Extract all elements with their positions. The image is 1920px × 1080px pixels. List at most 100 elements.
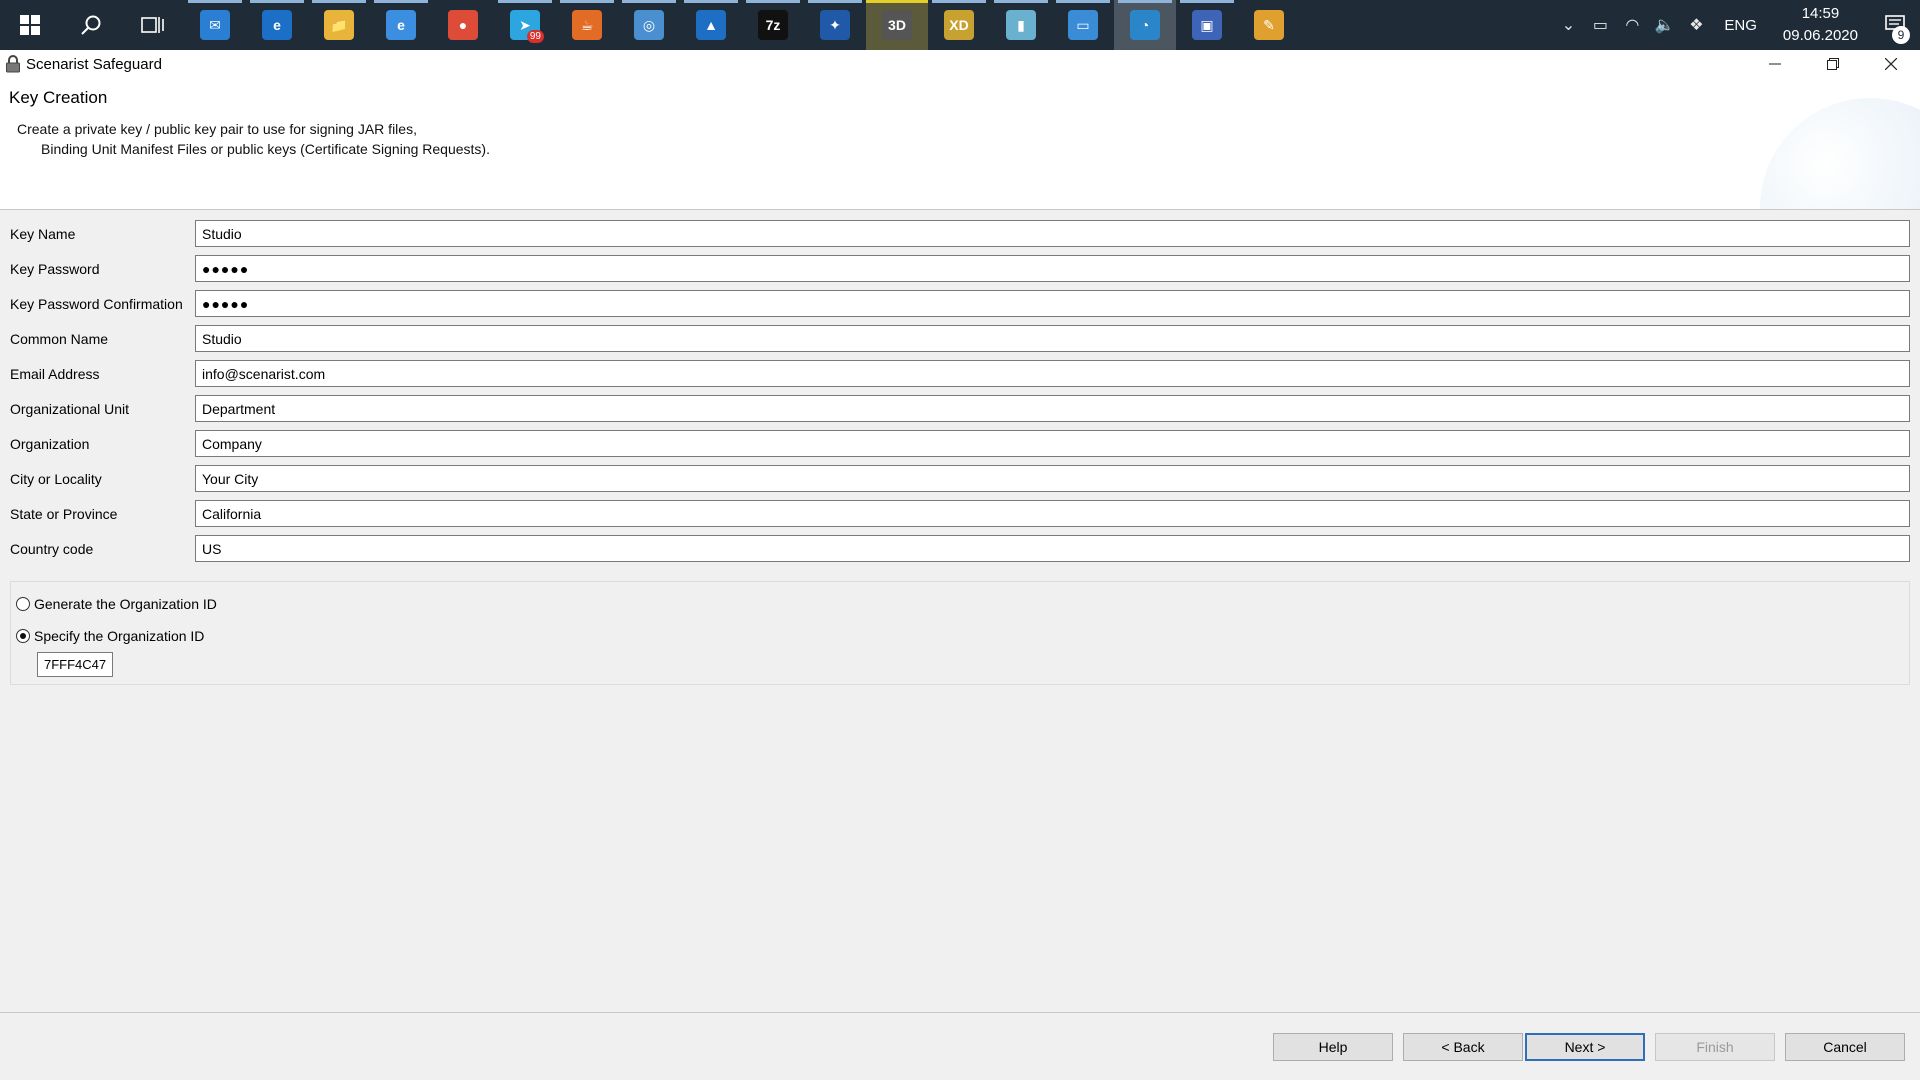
button-bar-separator — [0, 1012, 1920, 1013]
paint-icon: ✎ — [1254, 10, 1284, 40]
xd-icon: XD — [944, 10, 974, 40]
restore-button[interactable] — [1804, 50, 1862, 78]
mail-taskbar-button[interactable]: ✉ — [184, 0, 246, 50]
country-code-input[interactable]: US — [195, 535, 1910, 562]
wifi-icon[interactable]: ◠ — [1616, 0, 1648, 50]
clapper-taskbar-button[interactable]: 3D — [866, 0, 928, 50]
file-explorer-icon: 📁 — [324, 10, 354, 40]
disc-burner-taskbar-button[interactable]: ◎ — [618, 0, 680, 50]
organizational-unit-label: Organizational Unit — [10, 401, 130, 417]
country-code-label: Country code — [10, 541, 94, 557]
input-language[interactable]: ENG — [1712, 17, 1769, 34]
system-tray: ⌄ ▭ ◠ 🔈 ❖ ENG 14:59 09.06.2020 9 — [1552, 0, 1920, 50]
restore-icon — [1827, 58, 1839, 70]
scenarist-safeguard-window: Scenarist Safeguard Key Creation Create … — [0, 50, 1920, 1080]
scenarist-icon: ◔ — [1130, 10, 1160, 40]
key-password-row: Key Password ●●●●● — [0, 255, 1920, 283]
clock-time: 14:59 — [1801, 5, 1840, 22]
generate-org-id-radio[interactable] — [16, 597, 30, 611]
monitor-app-taskbar-button[interactable]: ▭ — [1052, 0, 1114, 50]
organizational-unit-row: Organizational Unit Department — [0, 395, 1920, 423]
telegram-taskbar-button[interactable]: ➤ 99 — [494, 0, 556, 50]
edge-taskbar-button[interactable]: e — [246, 0, 308, 50]
generate-org-id-option[interactable]: Generate the Organization ID — [16, 594, 217, 614]
specify-org-id-option[interactable]: Specify the Organization ID — [16, 626, 204, 646]
search-icon — [81, 15, 101, 35]
email-address-input[interactable]: info@scenarist.com — [195, 360, 1910, 387]
email-address-row: Email Address info@scenarist.com — [0, 360, 1920, 388]
help-button[interactable]: Help — [1273, 1033, 1393, 1061]
city-row: City or Locality Your City — [0, 465, 1920, 493]
chrome-icon: ● — [448, 10, 478, 40]
organization-row: Organization Company — [0, 430, 1920, 458]
java-taskbar-button[interactable]: ☕ — [556, 0, 618, 50]
clock-date: 09.06.2020 — [1782, 27, 1858, 44]
internet-explorer-taskbar-button[interactable]: e — [370, 0, 432, 50]
key-password-confirmation-label: Key Password Confirmation — [10, 296, 183, 312]
key-password-confirmation-input[interactable]: ●●●●● — [195, 290, 1910, 317]
country-code-row: Country code US — [0, 535, 1920, 563]
notification-count-badge: 9 — [1892, 26, 1910, 44]
generate-org-id-label: Generate the Organization ID — [34, 596, 217, 612]
search-button[interactable] — [60, 0, 122, 50]
star-tool-taskbar-button[interactable]: ✦ — [804, 0, 866, 50]
cancel-button[interactable]: Cancel — [1785, 1033, 1905, 1061]
key-name-input[interactable]: Studio — [195, 220, 1910, 247]
mail-icon: ✉ — [200, 10, 230, 40]
chrome-taskbar-button[interactable]: ● — [432, 0, 494, 50]
7zip-icon: 7z — [758, 10, 788, 40]
photos-icon: ▲ — [696, 10, 726, 40]
book-icon: ▮ — [1006, 10, 1036, 40]
clapper-icon: 3D — [882, 10, 912, 40]
organization-id-input[interactable]: 7FFF4C47 — [37, 652, 113, 677]
wizard-description-line-1: Create a private key / public key pair t… — [17, 121, 417, 137]
file-explorer-taskbar-button[interactable]: 📁 — [308, 0, 370, 50]
photos-taskbar-button[interactable]: ▲ — [680, 0, 742, 50]
show-hidden-icons-chevron-icon[interactable]: ⌄ — [1552, 0, 1584, 50]
key-password-input[interactable]: ●●●●● — [195, 255, 1910, 282]
task-view-button[interactable] — [122, 0, 184, 50]
taskbar: ✉ e 📁 e ● ➤ 99 ☕ ◎ ▲ 7z ✦ 3D XD ▮ ▭ ◔ ▣ ✎ ⌄ ▭ ◠ 🔈 ❖ ENG 14… — [0, 0, 1920, 50]
disc-burner-icon: ◎ — [634, 10, 664, 40]
back-button[interactable]: < Back — [1403, 1033, 1523, 1061]
common-name-row: Common Name Studio — [0, 325, 1920, 353]
city-input[interactable]: Your City — [195, 465, 1910, 492]
minimize-icon — [1769, 63, 1781, 65]
remote-desktop-taskbar-button[interactable]: ▣ — [1176, 0, 1238, 50]
action-center-button[interactable]: 9 — [1872, 0, 1920, 50]
book-taskbar-button[interactable]: ▮ — [990, 0, 1052, 50]
minimize-button[interactable] — [1746, 50, 1804, 78]
organization-input[interactable]: Company — [195, 430, 1910, 457]
remote-desktop-icon: ▣ — [1192, 10, 1222, 40]
clock[interactable]: 14:59 09.06.2020 — [1769, 3, 1872, 47]
close-icon — [1885, 58, 1897, 70]
title-bar[interactable]: Scenarist Safeguard — [0, 50, 1920, 78]
7zip-taskbar-button[interactable]: 7z — [742, 0, 804, 50]
wizard-description-line-2: Binding Unit Manifest Files or public ke… — [41, 141, 490, 157]
key-password-label: Key Password — [10, 261, 100, 277]
email-address-label: Email Address — [10, 366, 100, 382]
state-row: State or Province California — [0, 500, 1920, 528]
wizard-page-title: Key Creation — [9, 88, 108, 107]
volume-icon[interactable]: 🔈 — [1648, 0, 1680, 50]
organizational-unit-input[interactable]: Department — [195, 395, 1910, 422]
start-button[interactable] — [0, 0, 60, 50]
organization-label: Organization — [10, 436, 90, 452]
common-name-input[interactable]: Studio — [195, 325, 1910, 352]
edge-icon: e — [262, 10, 292, 40]
specify-org-id-radio[interactable] — [16, 629, 30, 643]
organization-id-group: Generate the Organization ID Specify the… — [10, 581, 1910, 685]
scenarist-taskbar-button[interactable]: ◔ — [1114, 0, 1176, 50]
monitor-app-icon: ▭ — [1068, 10, 1098, 40]
wizard-header: Key Creation Create a private key / publ… — [0, 78, 1920, 210]
state-input[interactable]: California — [195, 500, 1910, 527]
next-button[interactable]: Next > — [1525, 1033, 1645, 1061]
xd-taskbar-button[interactable]: XD — [928, 0, 990, 50]
close-button[interactable] — [1862, 50, 1920, 78]
battery-icon[interactable]: ▭ — [1584, 0, 1616, 50]
lock-icon — [0, 50, 26, 78]
internet-explorer-icon: e — [386, 10, 416, 40]
dropbox-icon[interactable]: ❖ — [1680, 0, 1712, 50]
paint-taskbar-button[interactable]: ✎ — [1238, 0, 1300, 50]
finish-button[interactable]: Finish — [1655, 1033, 1775, 1061]
